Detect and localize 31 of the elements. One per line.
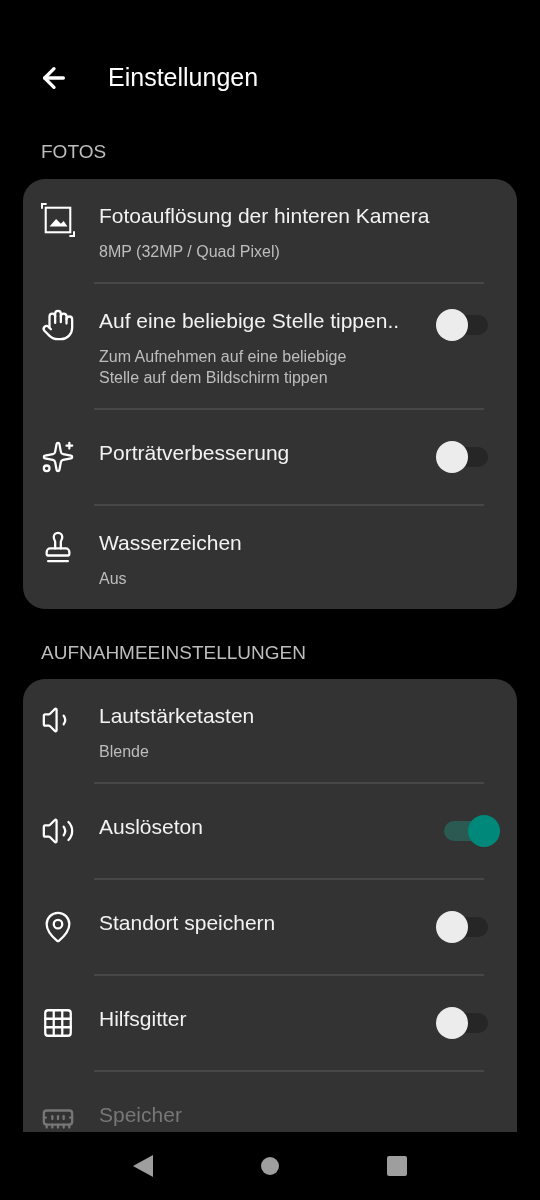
section-header: AUFNAHMEEINSTELLUNGEN	[40, 640, 307, 665]
settings-row[interactable]: Wasserzeichen Aus	[23, 505, 517, 609]
setting-title: Fotoauflösung der hinteren Kamera	[99, 202, 431, 229]
settings-row[interactable]: Auf eine beliebige Stelle tippen.. Zum Aufnehmen auf eine beliebige Stelle auf dem Bildschirm tippen	[23, 283, 517, 408]
hand-icon	[41, 307, 75, 342]
home-nav-icon[interactable]	[260, 1156, 280, 1176]
section-header: FOTOS	[40, 140, 108, 164]
settings-row[interactable]: Standort speichern	[23, 880, 517, 974]
setting-title: Hilfsgitter	[99, 1006, 188, 1032]
back-nav-icon[interactable]	[133, 1155, 154, 1177]
setting-subtitle: 8MP (32MP / Quad Pixel)	[99, 241, 281, 262]
setting-title: Lautstärketasten	[99, 703, 256, 729]
picture-frame-icon	[41, 202, 75, 237]
settings-row[interactable]: Porträtverbesserung	[23, 409, 517, 504]
screen-title: Einstellungen	[108, 62, 259, 94]
setting-subtitle: Blende	[99, 742, 150, 762]
settings-row[interactable]: Lautstärketasten Blende	[23, 679, 517, 782]
settings-row[interactable]: Fotoauflösung der hinteren Kamera 8MP (32MP / Quad Pixel)	[23, 178, 517, 282]
grid-icon	[41, 1006, 75, 1040]
recents-nav-icon[interactable]	[386, 1156, 407, 1176]
setting-subtitle: Aus	[99, 568, 128, 589]
setting-title: Speicher	[99, 1102, 183, 1128]
setting-subtitle: Zum Aufnehmen auf eine beliebige Stelle auf dem Bildschirm tippen	[99, 346, 348, 388]
setting-title: Wasserzeichen	[99, 529, 243, 556]
setting-title: Porträtverbesserung	[99, 439, 291, 466]
setting-title: Auslöseton	[99, 814, 204, 840]
setting-title: Standort speichern	[99, 910, 277, 936]
settings-row[interactable]: Hilfsgitter	[23, 976, 517, 1070]
sparkles-icon	[41, 439, 75, 474]
setting-title: Auf eine beliebige Stelle tippen..	[99, 307, 401, 334]
settings-row[interactable]: Auslöseton	[23, 784, 517, 878]
